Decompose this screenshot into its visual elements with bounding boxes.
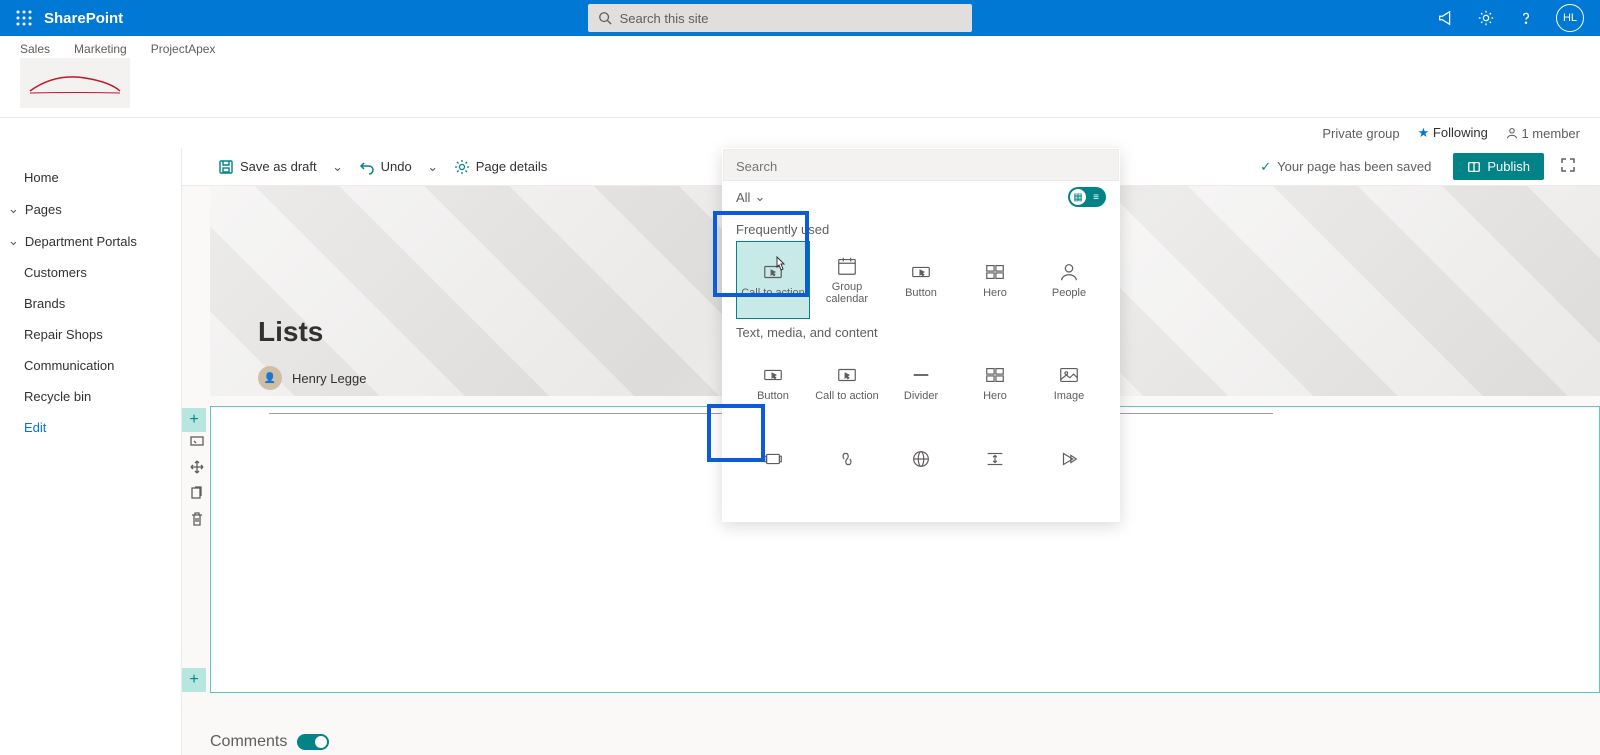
move-webpart-icon[interactable] [187,457,207,477]
saved-message: ✓ Your page has been saved [1260,159,1431,175]
nav-edit[interactable]: Edit [0,412,181,443]
picker-item-spacer[interactable] [958,422,1032,500]
group-info-bar: Private group ★ Following 1 member [0,118,1600,148]
gallery-icon [762,448,784,470]
picker-item-people[interactable]: People [1032,241,1106,319]
calendar-icon [836,255,858,277]
picker-search-input[interactable] [736,159,1106,174]
picker-item-calendar[interactable]: Group calendar [810,241,884,319]
add-section-bottom[interactable]: + [182,668,206,692]
crumb-project[interactable]: ProjectApex [151,42,216,56]
comments-label: Comments [210,733,287,751]
page-details-button[interactable]: Page details [448,155,554,179]
picker-item-hero[interactable]: Hero [958,241,1032,319]
picker-item-cta[interactable]: Call to action [810,344,884,422]
author-name: Henry Legge [292,371,366,386]
crumb-sales[interactable]: Sales [20,42,50,56]
picker-item-cta[interactable]: Call to action [736,241,810,319]
undo-icon [359,159,375,175]
chevron-down-icon: ⌄ [8,201,19,217]
profile-avatar[interactable]: HL [1556,4,1584,32]
nav-pages[interactable]: ⌄Pages [0,193,181,225]
save-as-draft-button[interactable]: Save as draft [212,155,323,179]
search-input[interactable] [620,11,962,26]
search-icon [598,11,612,25]
spacer-icon [984,448,1006,470]
picker-section-text: Text, media, and content [736,319,1118,344]
comments-toggle[interactable] [297,734,329,750]
site-header: Sales Marketing ProjectApex [0,36,1600,118]
hub-nav: Sales Marketing ProjectApex [20,42,1580,56]
link-icon [836,448,858,470]
follow-button[interactable]: ★ Following [1418,125,1488,141]
chevron-down-icon: ⌄ [754,189,765,205]
divider-icon [910,364,932,386]
picker-view-toggle[interactable]: ▦ ≡ [1068,187,1106,207]
save-icon [218,159,234,175]
cta-icon [836,364,858,386]
picker-item-link[interactable] [810,422,884,500]
author-avatar: 👤 [258,366,282,390]
picker-filter-dropdown[interactable]: All⌄ [736,189,765,205]
delete-webpart-icon[interactable] [187,509,207,529]
left-navigation: Home ⌄Pages ⌄Department Portals Customer… [0,148,182,755]
duplicate-webpart-icon[interactable] [187,483,207,503]
picker-item-image[interactable]: Image [1032,344,1106,422]
people-icon [1058,261,1080,283]
app-name[interactable]: SharePoint [44,10,123,27]
picker-item-button[interactable]: Button [736,344,810,422]
picker-section-frequent: Frequently used [736,216,1118,241]
picker-item-gallery[interactable] [736,422,810,500]
save-dropdown[interactable]: ⌄ [329,159,347,175]
app-launcher-icon[interactable] [8,2,40,34]
suite-header: SharePoint HL [0,0,1600,36]
picker-item-divider[interactable]: Divider [884,344,958,422]
hero-icon [984,261,1006,283]
help-icon[interactable] [1516,8,1536,28]
members-button[interactable]: 1 member [1506,126,1580,141]
picker-item-globe[interactable] [884,422,958,500]
edit-webpart-icon[interactable] [187,431,207,451]
picker-item-button[interactable]: Button [884,241,958,319]
nav-customers[interactable]: Customers [0,257,181,288]
comments-section: Comments [210,733,329,751]
megaphone-icon[interactable] [1436,8,1456,28]
webpart-picker: All⌄ ▦ ≡ Frequently used Call to actionG… [722,148,1120,522]
nav-brands[interactable]: Brands [0,288,181,319]
publish-button[interactable]: Publish [1453,153,1544,180]
picker-search[interactable] [723,149,1119,181]
nav-department-portals[interactable]: ⌄Department Portals [0,225,181,257]
nav-repair-shops[interactable]: Repair Shops [0,319,181,350]
button-icon [910,261,932,283]
undo-dropdown[interactable]: ⌄ [424,159,442,175]
search-box[interactable] [588,4,972,32]
picker-item-stream[interactable] [1032,422,1106,500]
webpart-toolbox [187,431,207,529]
chevron-down-icon: ⌄ [8,233,19,249]
globe-icon [910,448,932,470]
page-title[interactable]: Lists [258,316,366,348]
cta-icon [762,261,784,283]
settings-icon[interactable] [1476,8,1496,28]
privacy-label: Private group [1322,126,1399,141]
stream-icon [1058,448,1080,470]
nav-home[interactable]: Home [0,162,181,193]
nav-communication[interactable]: Communication [0,350,181,381]
check-icon: ✓ [1260,159,1271,175]
hero-icon [984,364,1006,386]
button-icon [762,364,784,386]
picker-item-hero[interactable]: Hero [958,344,1032,422]
add-section-top[interactable]: + [182,408,206,432]
crumb-marketing[interactable]: Marketing [74,42,127,56]
undo-button[interactable]: Undo [353,155,418,179]
site-logo[interactable] [20,58,130,108]
expand-icon[interactable] [1560,157,1576,176]
image-icon [1058,364,1080,386]
gear-icon [454,159,470,175]
publish-icon [1467,160,1481,174]
nav-recycle-bin[interactable]: Recycle bin [0,381,181,412]
